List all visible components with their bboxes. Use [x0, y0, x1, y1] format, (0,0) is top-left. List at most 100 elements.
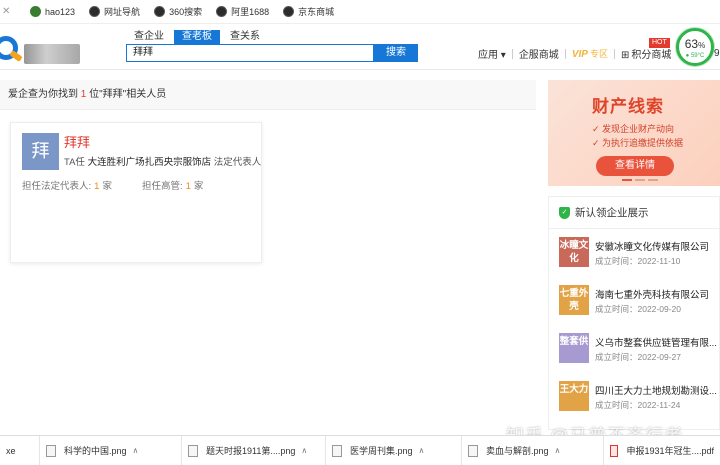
tab-company[interactable]: 查企业 [126, 30, 172, 44]
search-button[interactable]: 搜索 [374, 44, 418, 62]
chevron-up-icon[interactable]: ∧ [419, 446, 425, 455]
search-tabs: 查企业 查老板 查关系 [126, 30, 270, 44]
file-icon [188, 444, 198, 457]
nav-vip[interactable]: VIP 专区 [572, 47, 608, 60]
close-icon: ✕ [2, 6, 11, 17]
avatar[interactable]: 拜 [22, 133, 59, 170]
stat-unit: 家 [193, 181, 204, 192]
nav-apps[interactable]: 应用 ▾ [478, 46, 506, 61]
bookmark-1688[interactable]: 阿里1688 [216, 5, 269, 18]
divider [613, 48, 615, 59]
download-name: xe [6, 445, 16, 456]
gauge-temp: 59°C [690, 53, 705, 59]
bookmark-jd[interactable]: 京东商城 [283, 5, 334, 18]
bookmark-nav[interactable]: 网址导航 [89, 5, 140, 18]
enterprise-date: 成立时间：2022-11-10 [595, 256, 681, 266]
new-enterprise-panel: ✓ 新认领企业展示 冰瞳文化 安徽冰瞳文化传媒有限公司成立时间：2022-11-1… [548, 196, 720, 430]
download-item[interactable]: 医学周刊集.png ∧ [326, 435, 462, 465]
download-name: 申报1931年冠生....pdf [626, 446, 714, 456]
bookmark-close[interactable]: ✕ [2, 6, 16, 17]
hot-badge: HOT [649, 38, 670, 48]
enterprise-name[interactable]: 安徽冰瞳文化传媒有限公司 [595, 239, 720, 253]
stat-label: 担任法定代表人: [22, 181, 92, 192]
stat-value: 1 [185, 181, 191, 192]
person-role: TA任 大连胜利广场扎西央宗服饰店 法定代表人 [64, 154, 261, 168]
enterprise-item[interactable]: 王大力 四川王大力土地规划勘测设... 成立时间：2022-11-24 [559, 381, 719, 417]
download-name: 科学的中国.png [64, 446, 127, 456]
person-card[interactable]: 拜 拜拜 TA任 大连胜利广场扎西央宗服饰店 法定代表人 担任法定代表人: 1 家 … [10, 122, 262, 263]
enterprise-date: 成立时间：2022-09-20 [595, 304, 681, 314]
enterprise-tag: 冰瞳文化 [559, 237, 589, 267]
carousel-dot[interactable] [648, 179, 658, 181]
enterprise-name[interactable]: 四川王大力土地规划勘测设... [595, 383, 720, 397]
banner-line: 为执行追缴提供依据 [592, 136, 683, 149]
promo-banner[interactable]: 财产线索 发现企业财产动向 为执行追缴提供依据 查看详情 [548, 80, 720, 186]
nav-mall[interactable]: 企服商城 [519, 46, 559, 61]
chevron-up-icon[interactable]: ∧ [133, 446, 139, 455]
globe-icon [216, 6, 228, 17]
chevron-up-icon[interactable]: ∧ [555, 446, 561, 455]
role-label: 法定代表人 [213, 157, 262, 168]
carousel-dot[interactable] [622, 179, 632, 181]
stat-legal-rep: 担任法定代表人: 1 家 [22, 178, 112, 192]
panel-header: ✓ 新认领企业展示 [549, 197, 719, 229]
nav-points-label: 积分商城 [631, 50, 672, 61]
tab-relation[interactable]: 查关系 [222, 30, 268, 44]
download-bar: xe 科学的中国.png ∧ 题天时报1911第....png ∧ 医学周刊集.pn… [0, 435, 720, 465]
bookmark-label: 360搜索 [169, 7, 203, 17]
file-icon [468, 444, 478, 457]
enterprise-date: 成立时间：2022-11-24 [595, 400, 681, 410]
nav-points[interactable]: ⊞ 积分商城 [621, 46, 671, 61]
top-nav: 应用 ▾ 企服商城 VIP 专区 ⊞ 积分商城 [478, 46, 671, 61]
globe-icon [89, 6, 101, 17]
performance-gauge[interactable]: 63% ● 59°C [676, 28, 714, 66]
thermometer-icon: ● [685, 53, 690, 59]
company-link[interactable]: 大连胜利广场扎西央宗服饰店 [88, 157, 212, 168]
file-icon [46, 444, 56, 457]
globe-icon [283, 6, 295, 17]
divider [511, 48, 513, 59]
chevron-up-icon[interactable]: ∧ [301, 446, 307, 455]
bookmark-label: 网址导航 [104, 7, 141, 17]
download-name: 卖血与解剖.png [486, 446, 549, 456]
logo-text-blurred [24, 44, 80, 64]
enterprise-item[interactable]: 冰瞳文化 安徽冰瞳文化传媒有限公司成立时间：2022-11-10 [559, 237, 719, 273]
file-icon [332, 444, 342, 457]
download-item[interactable]: xe [0, 435, 40, 465]
download-name: 医学周刊集.png [350, 446, 413, 456]
result-prefix: 爱企查为你找到 [8, 89, 78, 100]
enterprise-item[interactable]: 整套供 义乌市整套供应链管理有限... 成立时间：2022-09-27 [559, 333, 719, 369]
enterprise-tag: 七重外壳 [559, 285, 589, 315]
carousel-dots [622, 179, 661, 181]
download-item[interactable]: 卖血与解剖.png ∧ [462, 435, 604, 465]
logo-tail [9, 50, 23, 62]
download-item[interactable]: 题天时报1911第....png ∧ [182, 435, 326, 465]
enterprise-item[interactable]: 七重外壳 海南七重外壳科技有限公司成立时间：2022-09-20 [559, 285, 719, 321]
divider [564, 48, 566, 59]
panel-title: 新认领企业展示 [575, 207, 649, 219]
enterprise-name[interactable]: 义乌市整套供应链管理有限... [595, 335, 720, 349]
gauge-percent: 63 [684, 37, 699, 51]
gauge-unit: % [698, 41, 706, 50]
enterprise-name[interactable]: 海南七重外壳科技有限公司 [595, 287, 720, 301]
chevron-down-icon: ▾ [500, 50, 506, 61]
nav-cut-text: 9 [714, 48, 720, 59]
download-item[interactable]: 申报1931年冠生....pdf [604, 436, 720, 465]
pdf-file-icon [610, 444, 619, 457]
tab-boss[interactable]: 查老板 [174, 30, 220, 44]
download-item[interactable]: 科学的中国.png ∧ [40, 435, 182, 465]
enterprise-date: 成立时间：2022-09-27 [595, 352, 681, 362]
stat-unit: 家 [102, 181, 112, 192]
bookmark-360[interactable]: 360搜索 [154, 5, 202, 18]
stat-label: 担任高管: [141, 181, 183, 192]
enterprise-tag: 王大力 [559, 381, 589, 411]
bookmark-hao123[interactable]: hao123 [30, 6, 75, 17]
carousel-dot[interactable] [635, 179, 645, 181]
person-name[interactable]: 拜拜 [64, 132, 90, 151]
banner-detail-button[interactable]: 查看详情 [596, 156, 674, 176]
site-header: 查企业 查老板 查关系 拜拜 搜索 应用 ▾ 企服商城 VIP 专区 ⊞ 积分商城 … [0, 24, 720, 70]
search-input[interactable]: 拜拜 [126, 44, 374, 62]
vip-suffix: 专区 [589, 49, 608, 59]
result-count: 1 [80, 89, 87, 100]
stat-executive: 担任高管: 1 家 [142, 178, 203, 192]
